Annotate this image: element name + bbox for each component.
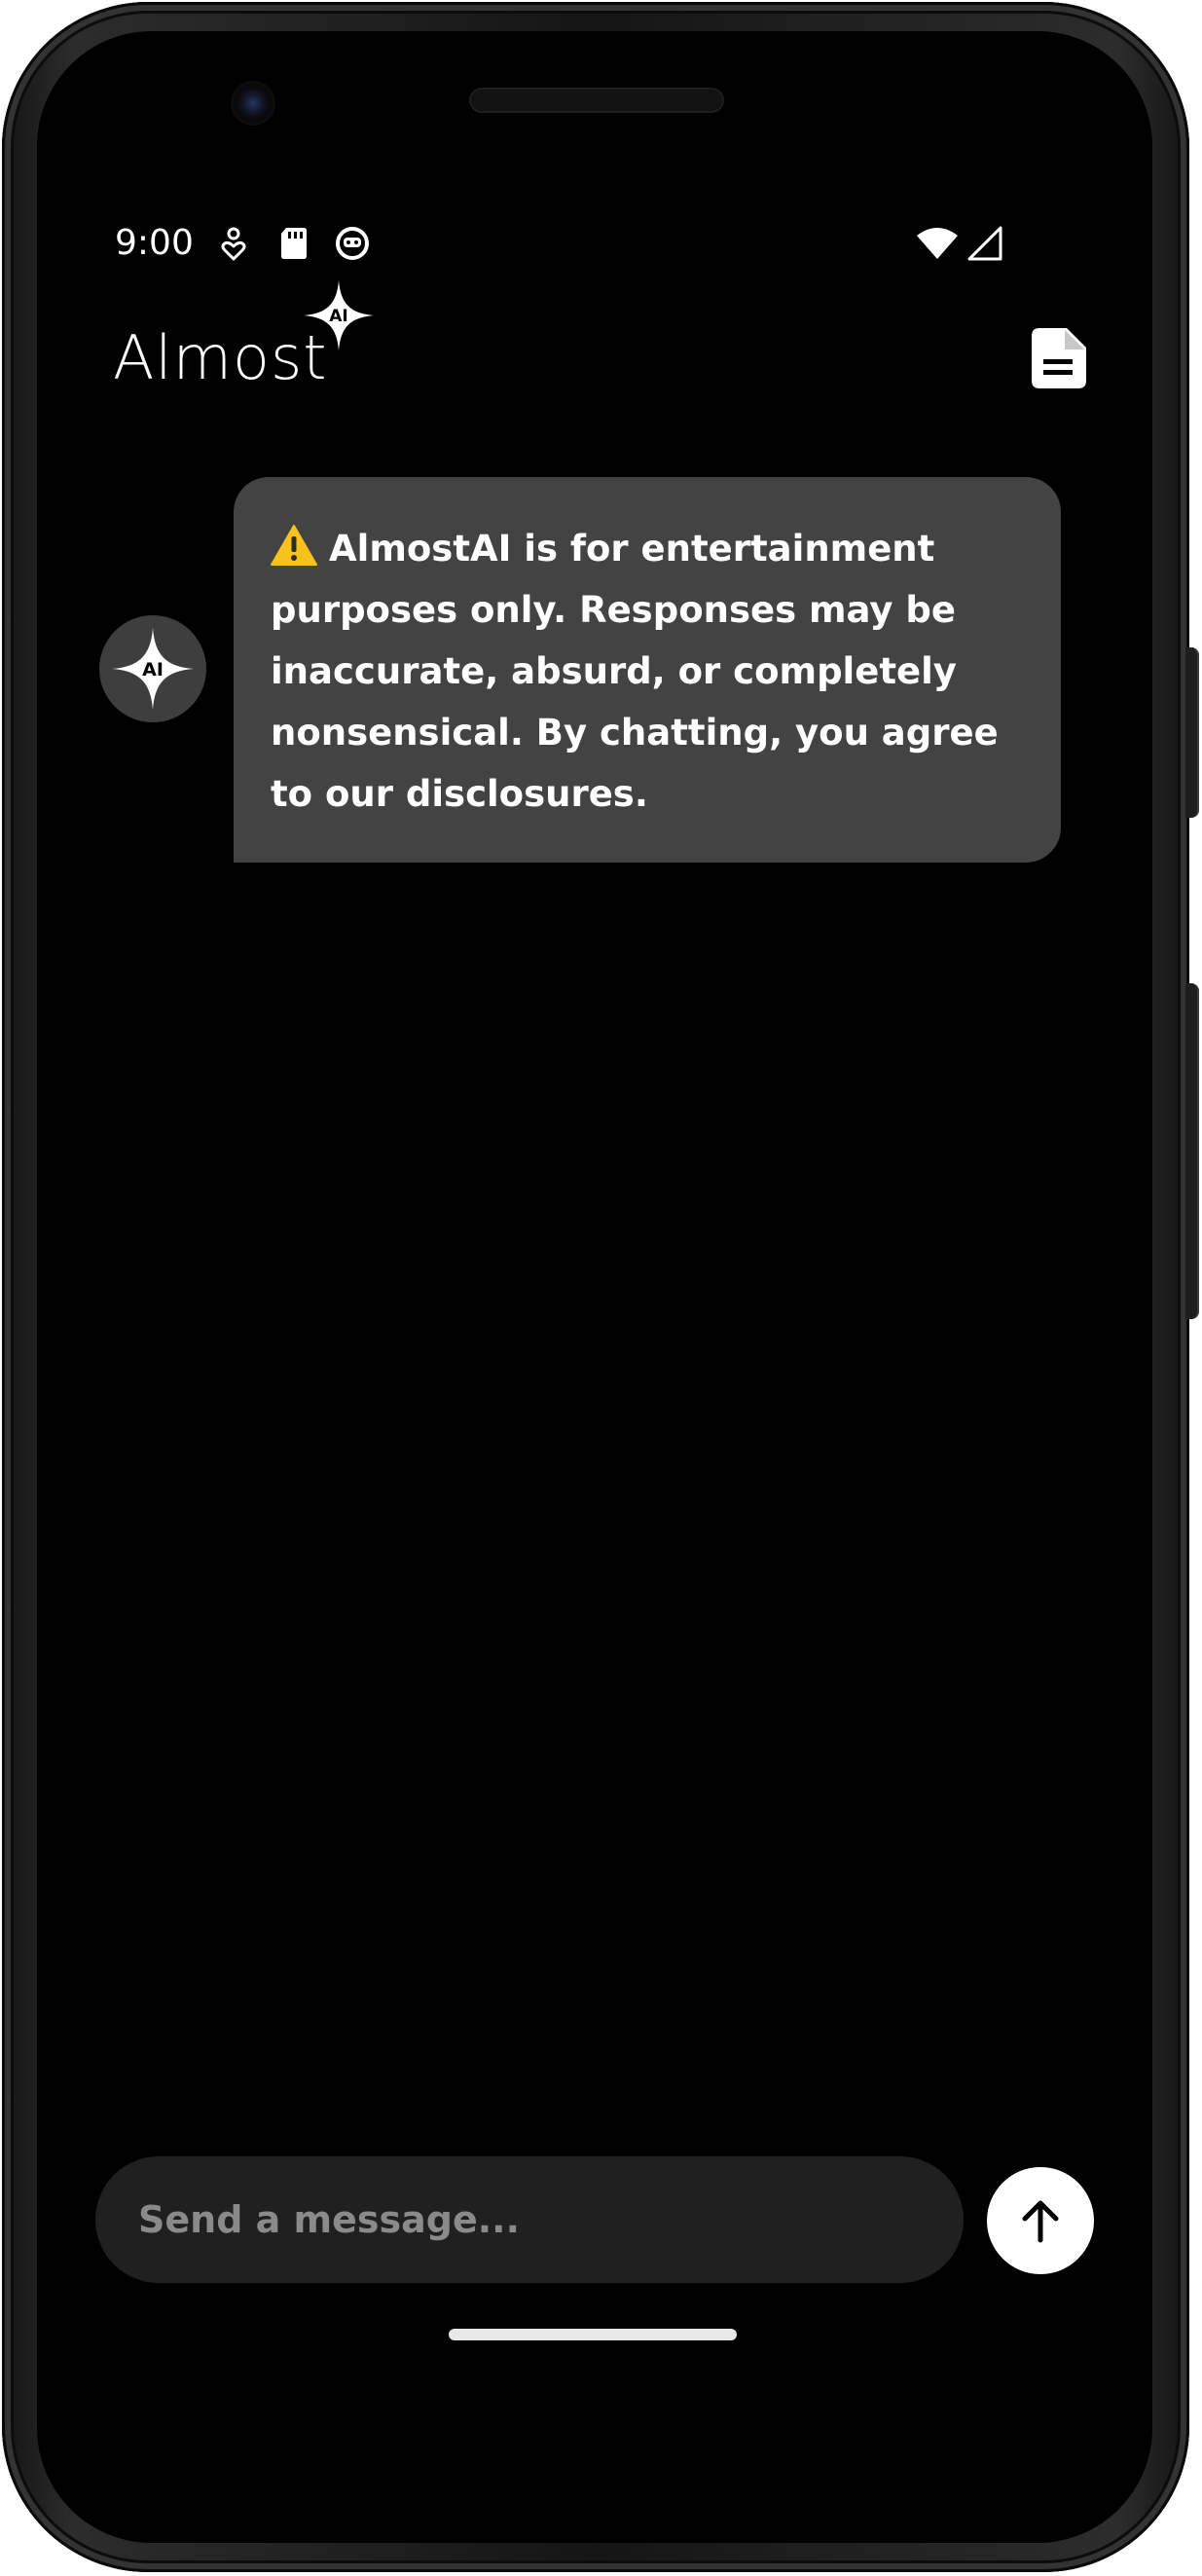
signal-icon	[967, 226, 1002, 261]
wifi-icon	[917, 228, 958, 259]
message-text: AlmostAI is for entertainment purposes o…	[271, 528, 999, 815]
logo-star-icon: AI	[304, 280, 374, 350]
document-button[interactable]	[1020, 319, 1098, 397]
warning-icon	[271, 525, 317, 566]
screen: 9:00 Almost AI AI AlmostAI is for entert…	[37, 31, 1152, 2543]
arrow-up-icon	[1022, 2200, 1059, 2243]
power-button	[1185, 647, 1199, 818]
home-indicator[interactable]	[449, 2329, 737, 2340]
document-icon	[1032, 328, 1086, 388]
status-time: 9:00	[115, 223, 194, 263]
send-button[interactable]	[987, 2167, 1094, 2274]
ai-star-icon: AI	[112, 628, 194, 710]
app-title: Almost	[113, 322, 328, 393]
message-bubble: AlmostAI is for entertainment purposes o…	[234, 477, 1061, 863]
front-camera	[234, 84, 273, 123]
notification-icon	[221, 227, 246, 261]
sd-card-icon	[281, 228, 307, 259]
ai-avatar: AI	[99, 615, 206, 722]
message-input[interactable]	[95, 2156, 964, 2283]
earpiece-speaker	[469, 88, 724, 113]
avatar-label: AI	[142, 659, 164, 681]
app-badge-icon	[336, 227, 369, 260]
volume-button	[1185, 983, 1199, 1319]
logo-badge-text: AI	[329, 307, 347, 326]
